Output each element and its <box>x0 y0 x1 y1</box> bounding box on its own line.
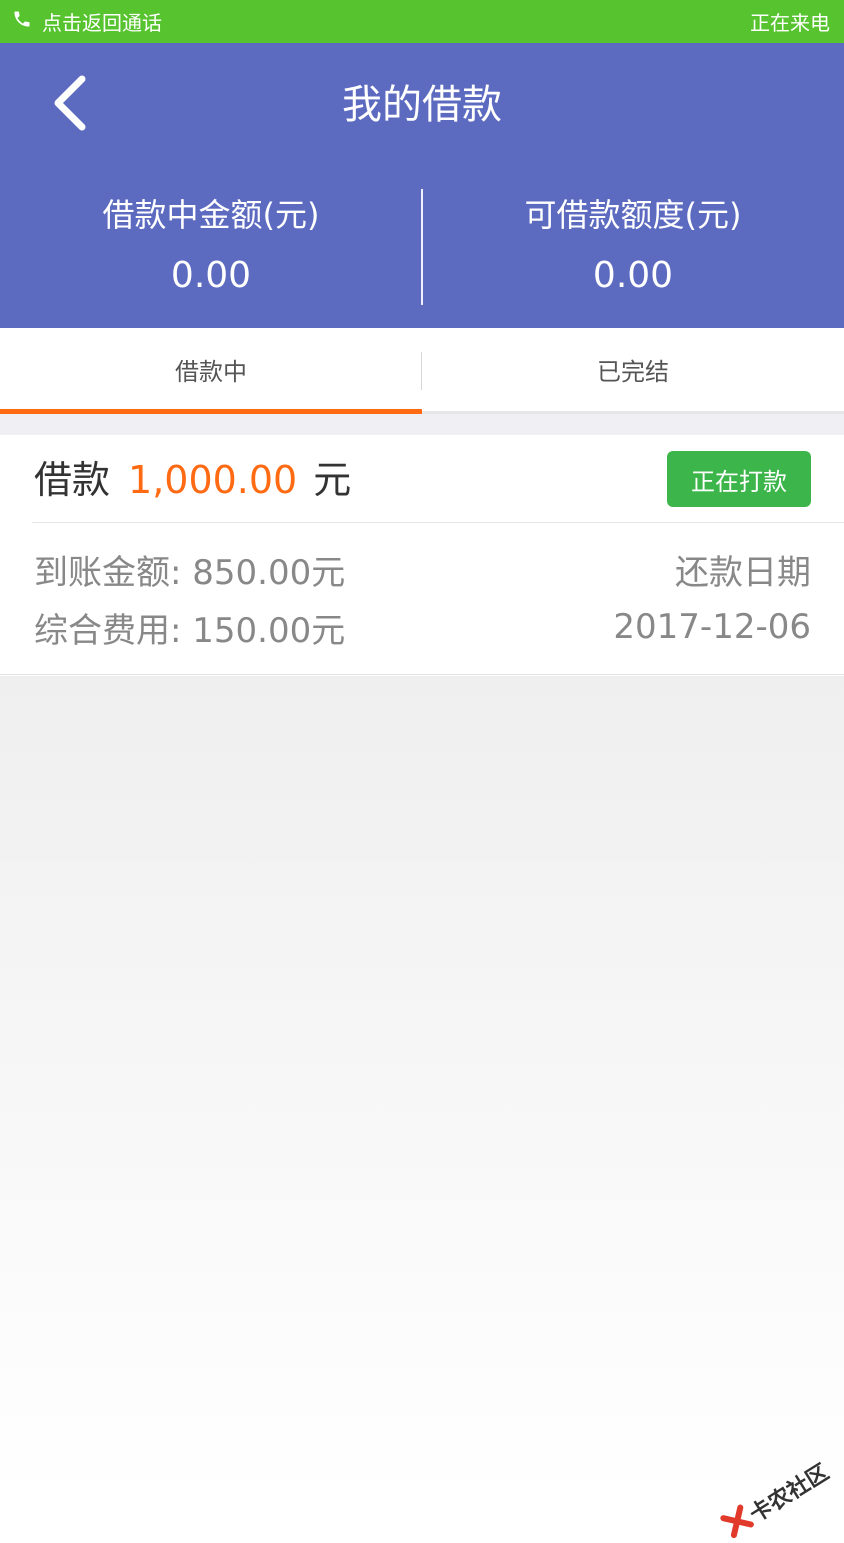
received-amount: 到账金额: 850.00元 <box>34 545 345 594</box>
tab-bar: 借款中 已完结 <box>0 328 844 414</box>
loan-prefix: 借款 <box>34 458 110 502</box>
loan-unit: 元 <box>313 458 351 502</box>
loan-card-header: 借款 1,000.00 元 正在打款 <box>0 435 844 523</box>
loan-amount: 1,000.00 <box>128 458 297 502</box>
received-value: 850.00元 <box>192 553 345 593</box>
stat-borrowing-amount: 借款中金额(元) 0.00 <box>0 185 422 305</box>
phone-icon <box>12 9 32 34</box>
repay-date-value: 2017-12-06 <box>613 607 811 647</box>
stat-value: 0.00 <box>422 251 844 301</box>
received-label: 到账金额: <box>34 553 181 593</box>
page-title: 我的借款 <box>0 77 844 133</box>
tab-borrowing[interactable]: 借款中 <box>0 328 422 411</box>
incoming-call-text: 正在来电 <box>750 7 830 36</box>
loan-card[interactable]: 借款 1,000.00 元 正在打款 到账金额: 850.00元 还款日期 综合费用… <box>0 435 844 675</box>
return-to-call-bar[interactable]: 点击返回通话 正在来电 <box>0 0 844 43</box>
stat-divider <box>421 189 423 305</box>
stat-available-credit: 可借款额度(元) 0.00 <box>422 185 844 305</box>
disbursing-status-button[interactable]: 正在打款 <box>667 451 811 507</box>
tab-divider <box>421 352 422 390</box>
empty-content-area <box>0 676 844 1500</box>
section-gap <box>0 414 844 435</box>
fee-value: 150.00元 <box>192 611 345 651</box>
fee-amount: 综合费用: 150.00元 <box>34 603 345 652</box>
stat-value: 0.00 <box>0 251 422 301</box>
stat-label: 可借款额度(元) <box>422 193 844 237</box>
return-call-text: 点击返回通话 <box>42 7 162 36</box>
tab-completed[interactable]: 已完结 <box>422 328 844 411</box>
loan-stats: 借款中金额(元) 0.00 可借款额度(元) 0.00 <box>0 185 844 305</box>
card-divider <box>32 522 844 523</box>
fee-label: 综合费用: <box>34 611 181 651</box>
repay-date-label: 还款日期 <box>675 545 811 594</box>
detail-row-fee: 综合费用: 150.00元 2017-12-06 <box>34 603 811 651</box>
detail-row-received: 到账金额: 850.00元 还款日期 <box>34 545 811 593</box>
stat-label: 借款中金额(元) <box>0 193 422 237</box>
header: 我的借款 借款中金额(元) 0.00 可借款额度(元) 0.00 <box>0 43 844 328</box>
loan-amount-line: 借款 1,000.00 元 <box>34 453 351 507</box>
